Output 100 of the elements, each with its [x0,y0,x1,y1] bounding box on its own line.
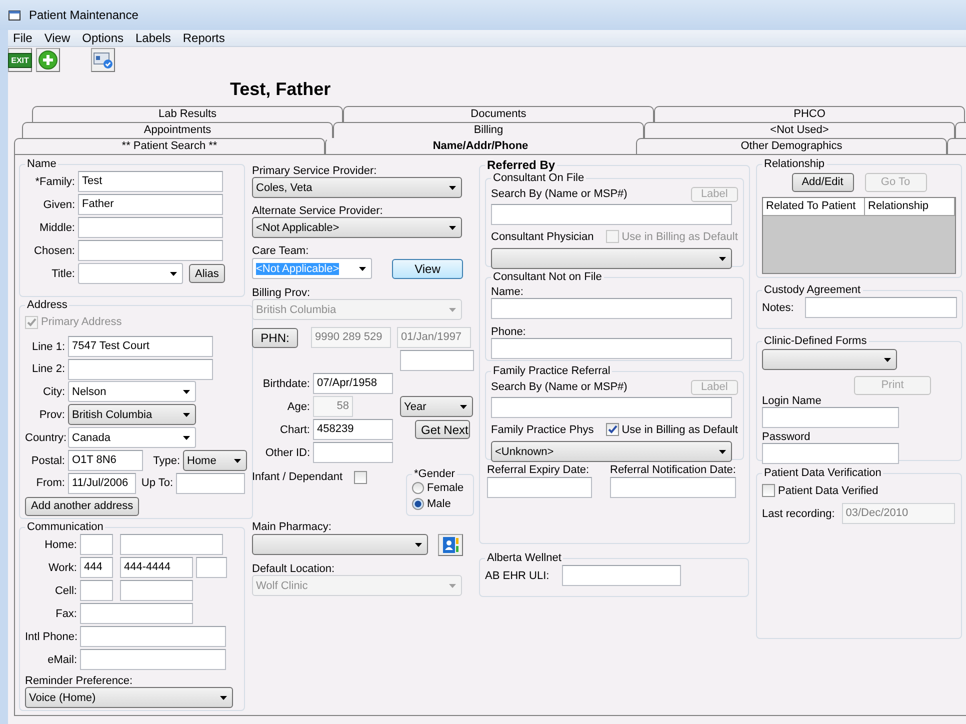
exit-button[interactable]: EXIT [8,48,32,72]
field-label: Line 2: [30,363,65,375]
pharmacy-dropdown[interactable] [252,534,428,555]
caret-icon [359,266,366,270]
tab[interactable]: PHCO [654,106,965,122]
field-label: From: [35,477,65,489]
text-field[interactable]: 11/Jul/2006 [68,472,136,494]
text-field[interactable] [804,297,957,318]
menu-item[interactable]: Options [77,31,130,45]
text-field[interactable]: 07/Apr/1958 [313,373,393,394]
tab[interactable]: <Not Used> [644,122,955,138]
window-icon [8,9,22,21]
tab[interactable]: ** Patient Search ** [14,138,325,154]
provider-dropdown[interactable]: <Not Applicable> [252,217,462,238]
radio-button[interactable] [412,482,424,494]
unit-dropdown[interactable]: Year [400,396,473,417]
text-field[interactable] [313,442,393,463]
field-label: Age: [286,400,310,412]
text-field[interactable]: 458239 [313,419,393,440]
field-label: Prov: [38,408,65,420]
text-field[interactable]: 444-4444 [120,557,193,578]
title-dropdown[interactable] [78,263,183,284]
caret-icon [719,450,726,454]
checkbox-label: Patient Data Verified [778,484,878,496]
province-dropdown[interactable]: British Columbia [68,404,196,425]
text-field[interactable] [762,443,899,464]
text-field[interactable]: O1T 8N6 [68,450,143,471]
text-field[interactable] [562,565,682,586]
text-field[interactable] [762,407,899,428]
tab[interactable]: Other Demographics [636,138,947,154]
alias-button[interactable]: Alias [189,264,225,283]
column-header[interactable]: Relationship [865,198,955,215]
checkbox[interactable] [762,484,775,497]
text-field[interactable] [80,603,193,624]
text-field[interactable] [80,649,226,670]
text-field[interactable] [120,534,223,555]
text-field[interactable] [176,472,245,494]
field-label: *Family: [34,176,75,188]
text-field[interactable]: Father [78,194,223,215]
physician-dropdown[interactable] [491,248,732,269]
search-field[interactable] [491,204,732,225]
id-card-button[interactable] [91,48,115,72]
text-field[interactable] [196,557,227,578]
tab[interactable]: Appointments [22,122,333,138]
radio-button[interactable] [412,498,424,510]
view-button[interactable]: View [392,258,463,278]
date-field[interactable] [610,477,736,498]
add-address-button[interactable]: Add another address [25,496,140,516]
menu-item[interactable]: Labels [130,31,178,45]
country-dropdown[interactable]: Canada [68,427,196,448]
text-field[interactable] [80,580,113,601]
text-field[interactable] [80,626,226,647]
text-field[interactable] [78,217,223,238]
text-field[interactable]: 444 [80,557,113,578]
checkbox[interactable] [354,470,367,484]
menu-item[interactable]: File [8,31,40,45]
column-header[interactable]: Related To Patient [763,198,865,215]
text-field[interactable]: 7547 Test Court [68,336,213,357]
add-edit-button[interactable]: Add/Edit [792,172,854,192]
text-field[interactable] [80,534,113,555]
tab[interactable]: Documents [343,106,654,122]
group-title: Consultant On File [492,172,586,184]
text-field[interactable]: Test [78,171,223,192]
add-button[interactable] [36,48,60,72]
provider-dropdown[interactable]: Coles, Veta [252,177,462,198]
type-dropdown[interactable]: Home [183,450,247,471]
group-title: Family Practice Referral [492,365,612,377]
tab[interactable]: Billing [333,122,644,138]
radio-label: Male [427,498,451,510]
checkbox-label: Use in Billing as Default [622,230,738,242]
tab[interactable]: Lab Results [32,106,343,122]
text-field[interactable] [120,580,193,601]
text-field[interactable] [78,240,223,261]
physician-dropdown[interactable]: <Unknown> [491,441,732,462]
reminder-dropdown[interactable]: Voice (Home) [25,687,233,708]
menu-item[interactable]: Reports [178,31,232,45]
text-field[interactable] [491,298,732,319]
forms-dropdown[interactable] [762,349,897,370]
group-title: Alberta Wellnet [486,552,562,564]
caret-icon [449,186,456,190]
menu-item[interactable]: View [39,31,78,45]
date-field[interactable] [487,477,592,498]
text-field[interactable] [400,350,474,371]
text-field[interactable] [68,358,213,380]
id-card-icon [93,51,113,69]
checkbox[interactable] [606,423,619,436]
field-label: Intl Phone: [25,630,77,642]
get-next-button[interactable]: Get Next [415,420,470,439]
radio-label: Female [427,482,464,494]
phn-button[interactable]: PHN: [252,328,298,348]
field-label: City: [42,386,65,398]
city-dropdown[interactable]: Nelson [68,381,196,402]
caret-icon [449,226,456,230]
field-label: Last recording: [762,508,835,520]
contact-button[interactable] [438,534,463,556]
caret-icon [415,542,422,546]
search-field[interactable] [491,397,732,418]
field-label: Consultant Physician [491,230,594,242]
field-label: Reminder Preference: [25,675,133,687]
text-field[interactable] [491,338,732,359]
